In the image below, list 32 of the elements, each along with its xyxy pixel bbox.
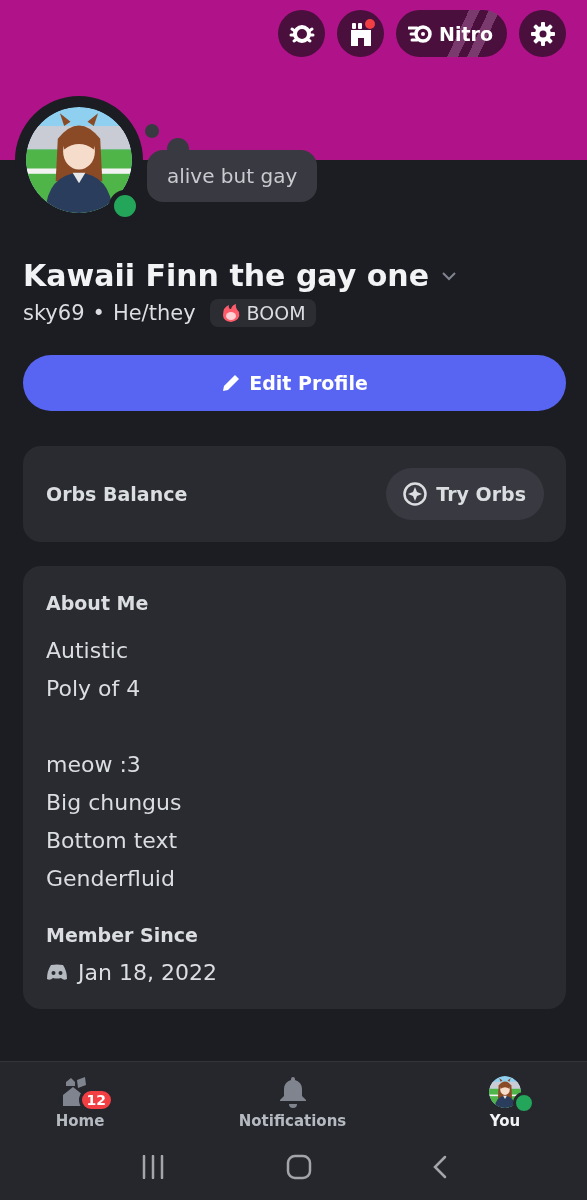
pencil-icon — [221, 373, 242, 393]
settings-button[interactable] — [519, 10, 566, 57]
nitro-icon — [408, 22, 435, 45]
member-since-heading: Member Since — [46, 924, 199, 946]
member-since-date: Jan 18, 2022 — [78, 960, 217, 985]
chevron-down-icon[interactable] — [441, 270, 457, 281]
back-icon[interactable] — [432, 1155, 447, 1179]
guild-tag[interactable]: BOOM — [209, 299, 316, 327]
orbs-label: Orbs Balance — [46, 483, 188, 505]
count-badge: 12 — [78, 1088, 114, 1112]
about-text: Autistic Poly of 4 — [46, 637, 142, 703]
edit-profile-button[interactable]: Edit Profile — [23, 355, 566, 411]
about-heading: About Me — [46, 592, 150, 614]
display-name: Kawaii Finn the gay one — [23, 258, 429, 293]
username: sky69 — [23, 301, 85, 325]
home-button-icon[interactable] — [285, 1154, 312, 1180]
try-orbs-button[interactable]: Try Orbs — [386, 468, 544, 520]
nav-tab[interactable]: Notifications — [238, 1074, 347, 1134]
recent-apps-icon[interactable] — [140, 1155, 165, 1179]
quests-button[interactable] — [278, 10, 326, 57]
separator-dot: • — [92, 301, 105, 325]
controller-icon — [46, 964, 68, 981]
nav-tab[interactable]: You — [465, 1074, 545, 1134]
pronouns: He/they — [112, 301, 196, 325]
about-text: meow :3 Big chungus Bottom text Genderfluid — [46, 751, 183, 893]
shop-button[interactable] — [337, 10, 385, 57]
nav-tab[interactable]: 12 Home — [40, 1074, 120, 1134]
orb-icon — [402, 481, 429, 507]
settings-icon — [529, 20, 556, 47]
custom-status[interactable]: alive but gay — [147, 150, 318, 202]
nitro-button[interactable]: Nitro — [396, 10, 507, 57]
bell-icon — [278, 1076, 307, 1108]
